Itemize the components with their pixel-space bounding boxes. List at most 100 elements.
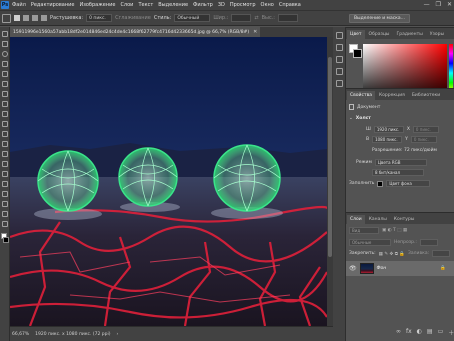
adjustment-layer-icon[interactable]: ◐	[417, 328, 422, 337]
bit-depth-select[interactable]: 8 бит/канал	[372, 169, 424, 176]
layer-mask-icon[interactable]: ▤	[427, 328, 433, 337]
gradient-tool-icon[interactable]	[2, 141, 8, 147]
tab-properties[interactable]: Свойства	[347, 91, 375, 100]
tab-channels[interactable]: Каналы	[366, 215, 390, 224]
move-tool-icon[interactable]	[2, 31, 8, 37]
layer-style-icon[interactable]: fx	[406, 328, 412, 337]
tab-layers[interactable]: Слои	[347, 215, 365, 224]
canvas-collapse-icon[interactable]: ⌄	[349, 116, 353, 121]
visibility-eye-icon[interactable]: 👁	[349, 265, 357, 272]
height-input[interactable]	[277, 14, 298, 22]
link-layers-icon[interactable]: ∞	[396, 328, 401, 337]
menu-3d[interactable]: 3D	[218, 2, 225, 8]
menu-window[interactable]: Окно	[261, 2, 274, 8]
canvas-height-input[interactable]: 1080 пикс.	[372, 136, 403, 143]
menu-type[interactable]: Текст	[138, 2, 153, 8]
document-tab[interactable]: 15911996e1560a57abb18df2e014846ed24c4de4…	[10, 27, 261, 37]
history-panel-icon[interactable]	[336, 32, 343, 39]
paragraph-panel-icon[interactable]	[336, 68, 343, 75]
crop-tool-icon[interactable]	[2, 71, 8, 77]
status-arrow-icon[interactable]: ›	[117, 332, 119, 337]
tab-libraries[interactable]: Библиотеки	[409, 91, 443, 100]
tab-adjustments[interactable]: Коррекция	[376, 91, 408, 100]
zoom-level[interactable]: 66,67%	[12, 332, 29, 337]
new-selection-icon[interactable]	[14, 15, 20, 21]
filter-icons[interactable]: ▣ ◐ T ⬚ ▦	[382, 228, 407, 233]
new-group-icon[interactable]: ▭	[438, 328, 444, 337]
blend-mode-select[interactable]: Обычные	[349, 239, 391, 246]
select-and-mask-button[interactable]: Выделение и маска...	[348, 13, 410, 23]
width-input[interactable]	[231, 14, 252, 22]
hand-tool-icon[interactable]	[2, 211, 8, 217]
menu-filter[interactable]: Фильтр	[193, 2, 213, 8]
blur-tool-icon[interactable]	[2, 151, 8, 157]
tab-color[interactable]: Цвет	[347, 30, 365, 39]
opacity-input[interactable]	[419, 239, 438, 246]
layer-fill-input[interactable]	[432, 250, 451, 257]
foreground-background-colors[interactable]	[0, 233, 10, 245]
menu-layers[interactable]: Слои	[120, 2, 133, 8]
close-document-icon[interactable]: ✕	[253, 29, 257, 35]
dodge-tool-icon[interactable]	[2, 161, 8, 167]
fill-label: Заполнить	[349, 181, 375, 186]
menu-view[interactable]: Просмотр	[230, 2, 256, 8]
swap-icon[interactable]: ⇄	[254, 15, 258, 21]
type-tool-icon[interactable]	[2, 181, 8, 187]
photoshop-logo[interactable]: Ps	[1, 1, 9, 9]
layers-panel: Слои Каналы Контуры Вид ▣ ◐ T ⬚ ▦ Обычны…	[346, 212, 454, 341]
add-selection-icon[interactable]	[23, 15, 29, 21]
background-color[interactable]	[353, 49, 362, 58]
menu-select[interactable]: Выделение	[158, 2, 188, 8]
healing-brush-tool-icon[interactable]	[2, 91, 8, 97]
lasso-tool-icon[interactable]	[2, 51, 8, 57]
minimize-button[interactable]: —	[424, 1, 430, 8]
eyedropper-tool-icon[interactable]	[2, 81, 8, 87]
canvas-width-input[interactable]: 1920 пикс.	[373, 126, 404, 133]
style-select[interactable]: Обычный	[174, 14, 211, 22]
rectangle-tool-icon[interactable]	[2, 201, 8, 207]
brush-settings-icon[interactable]	[336, 44, 343, 51]
quick-select-tool-icon[interactable]	[2, 61, 8, 67]
tab-paths[interactable]: Контуры	[391, 215, 418, 224]
new-layer-icon[interactable]: ＋	[448, 328, 454, 337]
marquee-tool-preset-icon[interactable]	[2, 13, 11, 23]
character-panel-icon[interactable]	[336, 56, 343, 63]
document-row: Документ	[349, 104, 380, 110]
zoom-tool-icon[interactable]	[2, 221, 8, 227]
history-brush-tool-icon[interactable]	[2, 121, 8, 127]
canvas-x-input[interactable]: 0 пикс.	[412, 126, 439, 133]
lock-icons[interactable]: ▦ ✎ ✥ ⧉ 🔒	[379, 251, 405, 257]
pen-tool-icon[interactable]	[2, 171, 8, 177]
tab-swatches[interactable]: Образцы	[366, 30, 393, 39]
fill-select[interactable]: Цвет фона	[386, 180, 431, 187]
eraser-tool-icon[interactable]	[2, 131, 8, 137]
canvas[interactable]	[10, 37, 327, 326]
clone-stamp-tool-icon[interactable]	[2, 111, 8, 117]
intersect-selection-icon[interactable]	[41, 15, 47, 21]
layer-item-background[interactable]: 👁 Фон 🔒	[346, 261, 454, 276]
background-color-swatch[interactable]	[3, 237, 9, 243]
canvas-y-input[interactable]: 0 пикс.	[410, 136, 437, 143]
tab-patterns[interactable]: Узоры	[427, 30, 447, 39]
menu-help[interactable]: Справка	[279, 2, 301, 8]
color-mode-select[interactable]: Цвета RGB	[374, 159, 427, 166]
fill-swatch[interactable]	[377, 180, 384, 187]
path-select-tool-icon[interactable]	[2, 191, 8, 197]
marquee-tool-icon[interactable]	[2, 41, 8, 47]
menu-edit[interactable]: Редактирование	[31, 2, 75, 8]
tab-gradients[interactable]: Градиенты	[394, 30, 426, 39]
antialias-label[interactable]: Сглаживание	[115, 15, 151, 21]
close-button[interactable]: ✕	[447, 1, 452, 8]
restore-button[interactable]: ❐	[436, 1, 441, 8]
brush-tool-icon[interactable]	[2, 101, 8, 107]
menu-file[interactable]: Файл	[12, 2, 26, 8]
feather-input[interactable]: 0 пикс.	[86, 14, 113, 22]
opacity-label: Непрозр.:	[394, 240, 417, 245]
glyphs-panel-icon[interactable]	[336, 80, 343, 87]
menu-image[interactable]: Изображение	[79, 2, 115, 8]
scrollbar-thumb[interactable]	[328, 57, 332, 257]
layer-lock-icon[interactable]: 🔒	[440, 266, 446, 271]
subtract-selection-icon[interactable]	[32, 15, 38, 21]
height-label: Выс.:	[261, 15, 275, 21]
layer-filter-select[interactable]: Вид	[349, 227, 379, 234]
